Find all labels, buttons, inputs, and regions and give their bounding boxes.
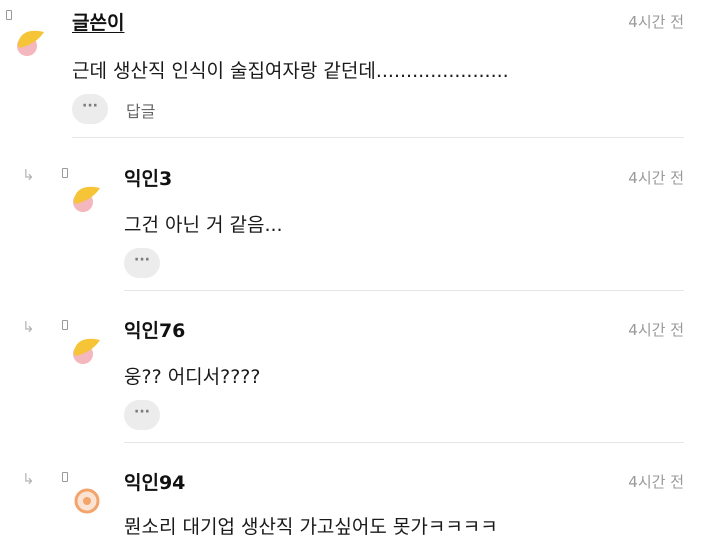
comment-text: 웅?? 어디서???? — [124, 366, 261, 388]
reply-arrow-icon: ↳ — [22, 318, 35, 336]
comment-text: 그건 아닌 거 같음... — [124, 214, 283, 236]
comment-marker-icon — [6, 10, 12, 20]
divider — [72, 137, 684, 138]
comment-timestamp: 4시간 전 — [628, 321, 684, 339]
reply-button[interactable]: 답글 — [126, 98, 155, 122]
comment-author[interactable]: 글쓴이 — [72, 8, 124, 35]
reply-arrow-icon: ↳ — [22, 166, 35, 184]
more-options-button[interactable]: ··· — [124, 248, 160, 278]
more-options-button[interactable]: ··· — [72, 94, 108, 124]
reply-comment-item: ↳ 익인76 4시간 전 웅?? 어디서???? ··· — [0, 292, 720, 444]
comment-author[interactable]: 익인3 — [124, 164, 172, 191]
comment-timestamp: 4시간 전 — [628, 13, 684, 31]
avatar-icon — [74, 488, 100, 514]
comment-marker-icon — [62, 472, 68, 482]
more-options-button[interactable]: ··· — [124, 400, 160, 430]
comment-author[interactable]: 익인94 — [124, 468, 185, 495]
comment-author[interactable]: 익인76 — [124, 316, 185, 343]
comment-timestamp: 4시간 전 — [628, 169, 684, 187]
avatar-icon — [17, 30, 44, 56]
avatar-icon — [73, 186, 100, 212]
comment-text: 뭔소리 대기업 생산직 가고싶어도 못가ㅋㅋㅋㅋ — [124, 516, 498, 538]
divider — [124, 442, 684, 443]
comment-timestamp: 4시간 전 — [628, 473, 684, 491]
avatar-icon — [73, 338, 100, 364]
comment-text: 근데 생산직 인식이 술집여자랑 같던데....................… — [72, 60, 509, 82]
comment-marker-icon — [62, 168, 68, 178]
comment-item: 글쓴이 4시간 전 근데 생산직 인식이 술집여자랑 같던데..........… — [0, 0, 720, 140]
reply-comment-item: ↳ 익인94 4시간 전 뭔소리 대기업 생산직 가고싶어도 못가ㅋㅋㅋㅋ — [0, 444, 720, 548]
reply-comment-item: ↳ 익인3 4시간 전 그건 아닌 거 같음... ··· — [0, 140, 720, 292]
divider — [124, 290, 684, 291]
reply-arrow-icon: ↳ — [22, 470, 35, 488]
comment-marker-icon — [62, 320, 68, 330]
